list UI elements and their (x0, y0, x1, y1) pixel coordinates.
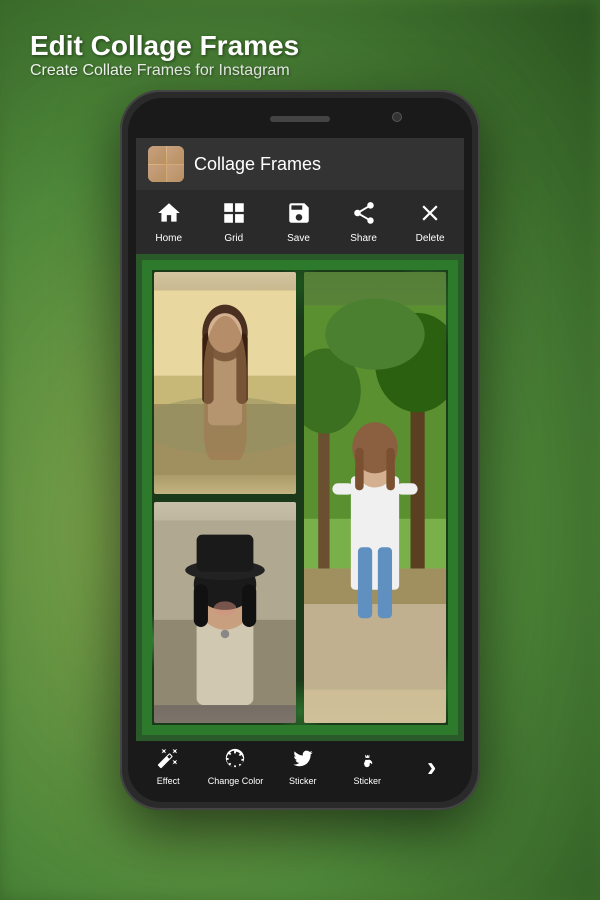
flower-icon (356, 747, 378, 773)
subtitle: Create Collate Frames for Instagram (30, 62, 570, 80)
home-icon (156, 200, 182, 231)
photo-cell-3[interactable] (154, 502, 296, 724)
phone-speaker (270, 116, 330, 122)
toolbar-share[interactable]: Share (342, 196, 385, 248)
effect-button[interactable]: Effect (143, 747, 193, 786)
app-icon (148, 146, 184, 182)
grid-icon (221, 200, 247, 231)
side-button-volume (120, 290, 122, 330)
sticker2-button[interactable]: Sticker (342, 747, 392, 786)
phone-screen: Collage Frames Home (136, 138, 464, 794)
toolbar-delete[interactable]: Delete (408, 196, 453, 248)
bird-icon (292, 747, 314, 773)
phone-camera (392, 112, 402, 122)
change-color-button[interactable]: Change Color (208, 747, 264, 786)
side-button-mute (478, 290, 480, 340)
sticker1-button[interactable]: Sticker (278, 747, 328, 786)
phone-frame: Collage Frames Home (120, 90, 480, 810)
top-text-area: Edit Collage Frames Create Collate Frame… (30, 30, 570, 80)
change-color-label: Change Color (208, 776, 264, 786)
side-button-power (478, 250, 480, 280)
share-icon (351, 200, 377, 231)
sticker2-label: Sticker (353, 776, 381, 786)
toolbar-home-label: Home (155, 233, 182, 244)
phone-inner: Collage Frames Home (128, 98, 472, 802)
toolbar-save[interactable]: Save (278, 196, 320, 248)
photos-grid (154, 272, 446, 723)
main-heading: Edit Collage Frames (30, 30, 570, 62)
sticker1-label: Sticker (289, 776, 317, 786)
bottom-toolbar: Effect Change Color (136, 741, 464, 794)
toolbar-grid[interactable]: Grid (213, 196, 255, 248)
toolbar-home[interactable]: Home (147, 196, 190, 248)
aperture-icon (224, 747, 246, 773)
toolbar-grid-label: Grid (224, 233, 243, 244)
collage-area[interactable] (136, 254, 464, 741)
chevron-right-icon: › (427, 751, 436, 783)
effect-icon (157, 747, 179, 773)
save-icon (286, 200, 312, 231)
effect-label: Effect (157, 776, 180, 786)
toolbar-delete-label: Delete (416, 233, 445, 244)
toolbar-save-label: Save (287, 233, 310, 244)
app-title: Collage Frames (194, 154, 321, 175)
delete-icon (417, 200, 443, 231)
app-header: Collage Frames (136, 138, 464, 190)
toolbar-share-label: Share (350, 233, 377, 244)
main-toolbar: Home Grid Save (136, 190, 464, 254)
next-button[interactable]: › (407, 751, 457, 783)
photo-cell-1[interactable] (154, 272, 296, 494)
photo-cell-2[interactable] (304, 272, 446, 723)
